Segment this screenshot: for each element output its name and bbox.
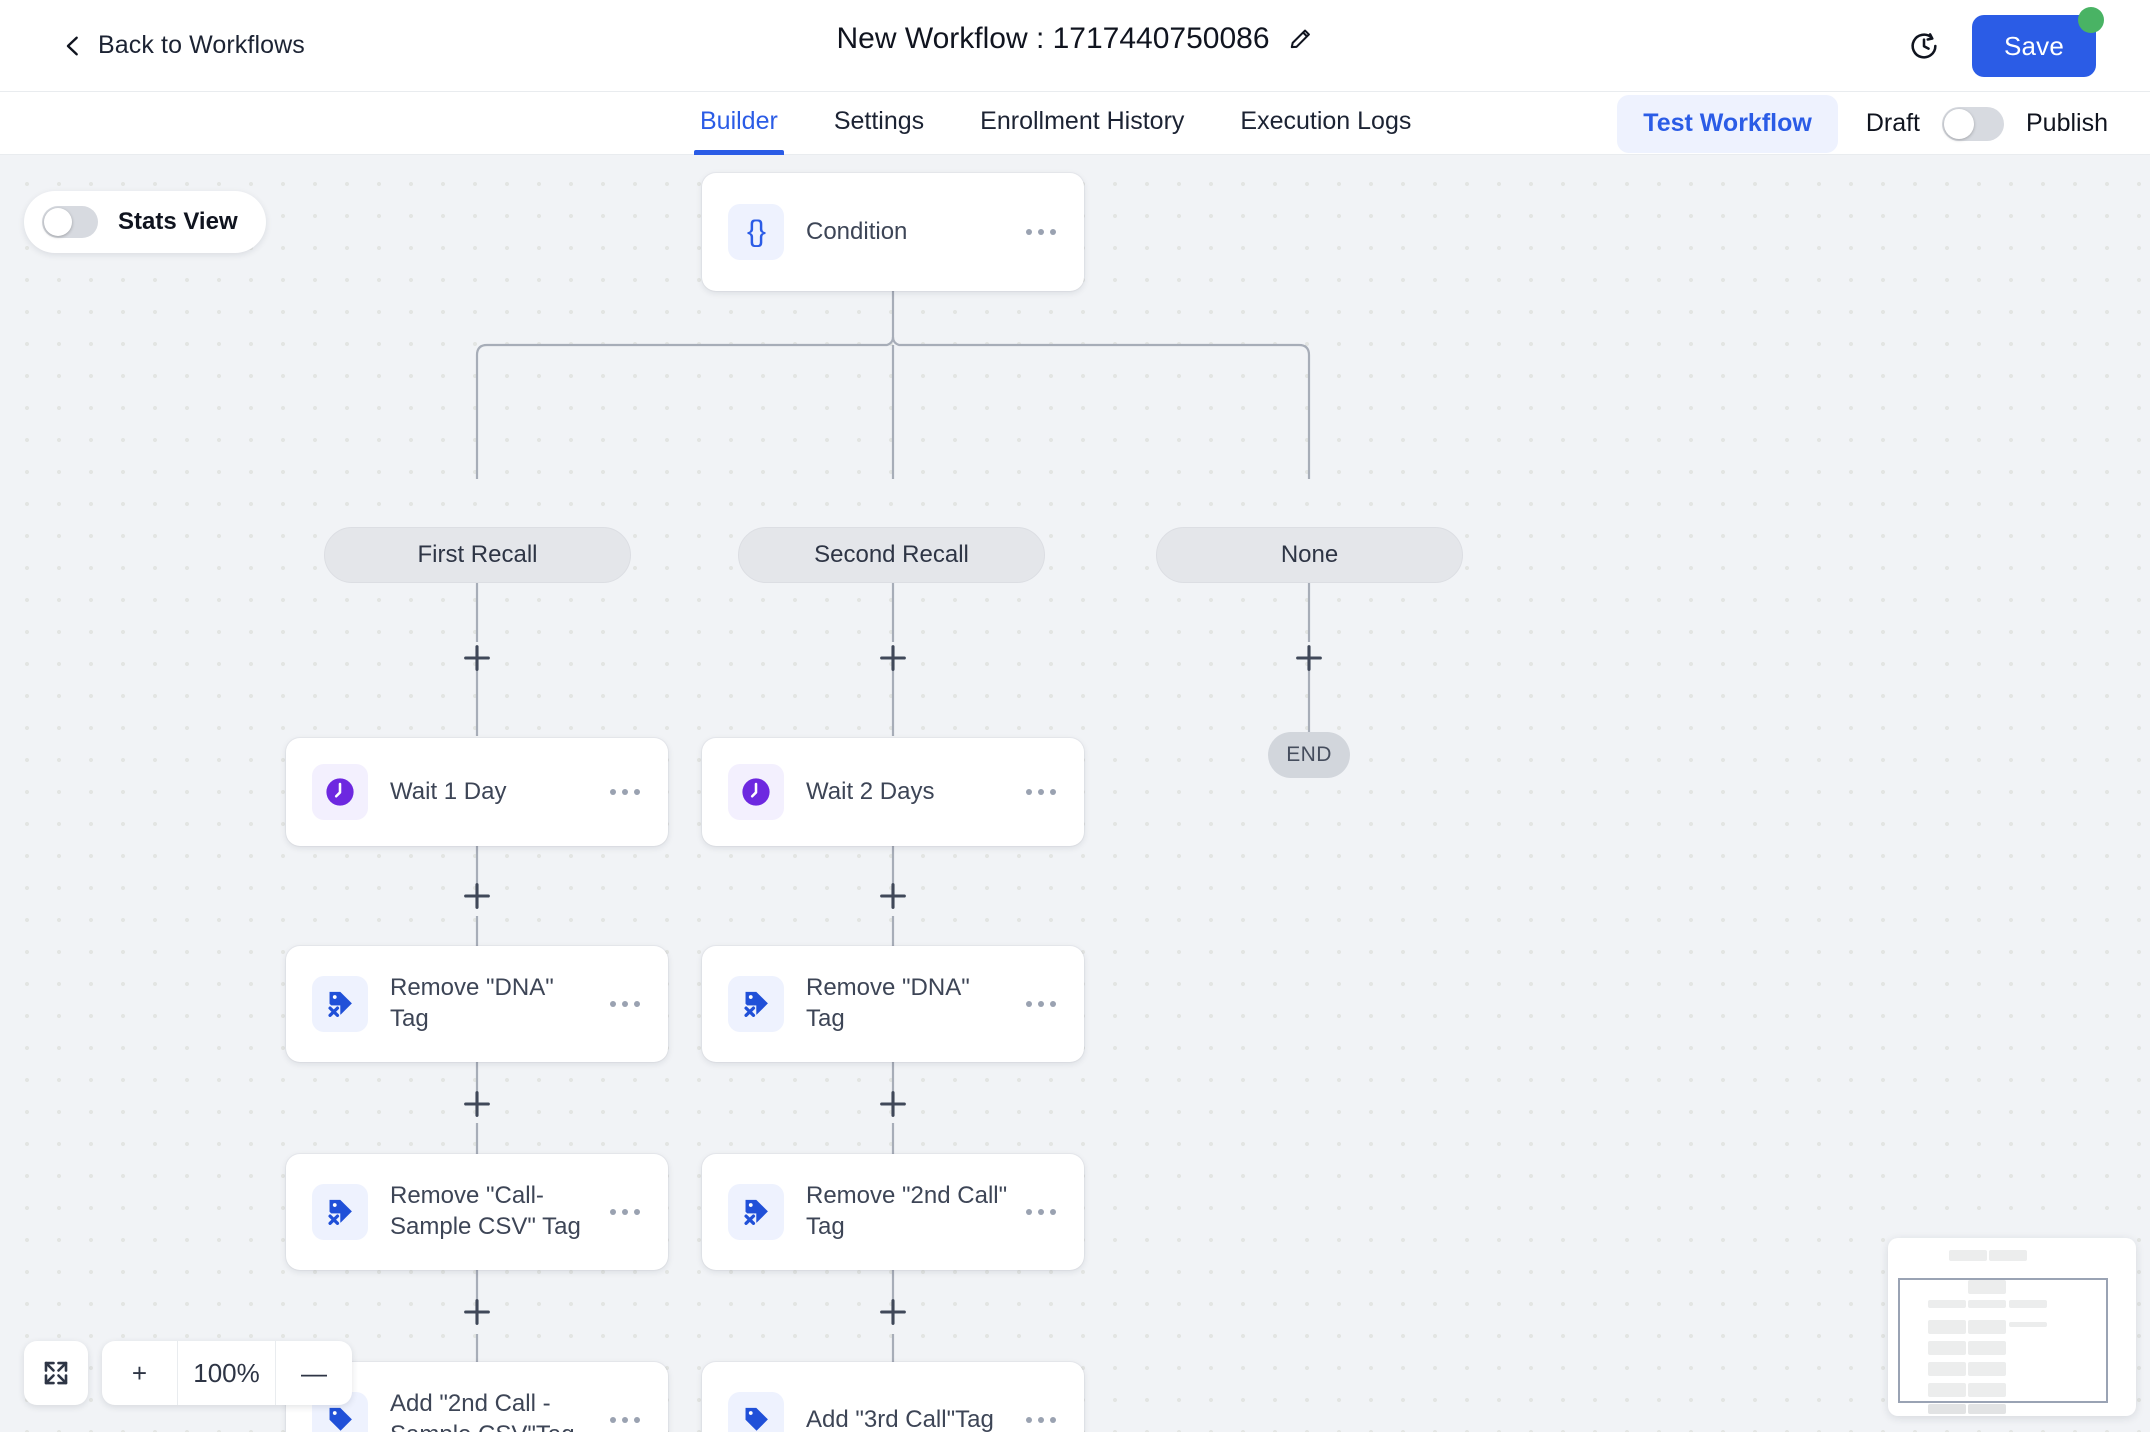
zoom-controls: + 100% — xyxy=(24,1341,352,1405)
node-wait-2-days[interactable]: Wait 2 Days xyxy=(702,738,1084,846)
node-wait-1-day-menu-button[interactable] xyxy=(608,781,642,803)
clock-icon xyxy=(728,764,784,820)
unsaved-indicator-dot xyxy=(2078,7,2104,33)
draft-label: Draft xyxy=(1865,109,1920,137)
add-step-button-first-recall-1[interactable] xyxy=(460,641,494,675)
minimap-block xyxy=(1968,1404,2006,1414)
node-remove-call-sample-csv-tag-label: Remove "Call- Sample CSV" Tag xyxy=(390,1182,581,1240)
add-step-button-second-recall-4[interactable] xyxy=(876,1295,910,1329)
node-remove-dna-tag-first-label: Remove "DNA" Tag xyxy=(390,974,554,1032)
minimap-block xyxy=(1949,1250,1987,1261)
back-to-workflows-link[interactable]: Back to Workflows xyxy=(62,31,305,60)
node-wait-2-days-label: Wait 2 Days xyxy=(806,777,935,805)
back-to-workflows-label: Back to Workflows xyxy=(98,31,305,59)
end-pill-none: END xyxy=(1268,732,1350,778)
tab-execution-logs[interactable]: Execution Logs xyxy=(1212,92,1439,155)
tag-remove-icon xyxy=(728,976,784,1032)
branch-pill-none[interactable]: None xyxy=(1156,527,1463,583)
test-workflow-button[interactable]: Test Workflow xyxy=(1617,94,1838,153)
minimap-viewport[interactable] xyxy=(1898,1278,2108,1403)
branch-pill-first-recall[interactable]: First Recall xyxy=(324,527,631,583)
add-step-button-first-recall-3[interactable] xyxy=(460,1087,494,1121)
tab-settings[interactable]: Settings xyxy=(806,92,952,155)
clock-icon xyxy=(312,764,368,820)
tag-remove-icon xyxy=(312,976,368,1032)
minimap-block xyxy=(1928,1404,1966,1414)
node-remove-call-sample-csv-tag[interactable]: Remove "Call- Sample CSV" Tag xyxy=(286,1154,668,1270)
publish-toggle-knob xyxy=(1944,108,1974,139)
stats-view-switch-knob xyxy=(44,208,72,236)
node-wait-2-days-menu-button[interactable] xyxy=(1024,781,1058,803)
clock-history-icon[interactable] xyxy=(1908,30,1940,62)
node-add-2nd-call-sample-csv-tag-menu-button[interactable] xyxy=(608,1409,642,1431)
tag-add-icon xyxy=(728,1392,784,1432)
tag-remove-icon xyxy=(312,1184,368,1240)
stats-view-switch[interactable] xyxy=(42,206,98,238)
tab-list: Builder Settings Enrollment History Exec… xyxy=(672,92,1439,155)
publish-toggle[interactable] xyxy=(1942,106,2004,141)
add-step-button-first-recall-4[interactable] xyxy=(460,1295,494,1329)
zoom-level-label: 100% xyxy=(178,1341,276,1405)
zoom-out-button[interactable]: — xyxy=(276,1341,352,1405)
minimap[interactable] xyxy=(1888,1238,2136,1416)
zoom-in-button[interactable]: + xyxy=(102,1341,178,1405)
curly-braces-icon: {} xyxy=(728,204,784,260)
save-button-wrapper: Save xyxy=(1971,7,2104,77)
tab-bar-actions: Test Workflow Draft Publish xyxy=(1617,92,2108,155)
node-remove-dna-tag-second[interactable]: Remove "DNA" Tag xyxy=(702,946,1084,1062)
top-bar-actions: Save xyxy=(1908,0,2104,92)
minimap-block xyxy=(1989,1250,2027,1261)
node-remove-call-sample-csv-tag-menu-button[interactable] xyxy=(608,1201,642,1223)
node-condition-label: Condition xyxy=(806,217,908,245)
tab-enrollment-history[interactable]: Enrollment History xyxy=(952,92,1212,155)
node-condition[interactable]: {} Condition xyxy=(702,173,1084,291)
stats-view-toggle[interactable]: Stats View xyxy=(24,191,266,253)
workflow-canvas[interactable]: {} Condition First Recall Second Recall … xyxy=(0,155,2150,1432)
tag-remove-icon xyxy=(728,1184,784,1240)
publish-label: Publish xyxy=(2026,109,2108,137)
top-bar: Back to Workflows New Workflow : 1717440… xyxy=(0,0,2150,92)
pencil-icon[interactable] xyxy=(1288,26,1314,52)
node-condition-menu-button[interactable] xyxy=(1024,221,1058,243)
tab-bar: Builder Settings Enrollment History Exec… xyxy=(0,92,2150,155)
stats-view-label: Stats View xyxy=(118,208,238,235)
node-add-3rd-call-tag-label: Add "3rd Call"Tag xyxy=(806,1405,994,1432)
node-remove-dna-tag-first[interactable]: Remove "DNA" Tag xyxy=(286,946,668,1062)
add-step-button-first-recall-2[interactable] xyxy=(460,879,494,913)
add-step-button-none-1[interactable] xyxy=(1292,641,1326,675)
save-button[interactable]: Save xyxy=(1971,15,2096,77)
node-add-2nd-call-sample-csv-tag-label: Add "2nd Call - Sample CSV"Tag xyxy=(390,1390,575,1432)
workflow-title-group: New Workflow : 1717440750086 xyxy=(836,22,1313,56)
node-remove-2nd-call-tag[interactable]: Remove "2nd Call" Tag xyxy=(702,1154,1084,1270)
zoom-level-group: + 100% — xyxy=(102,1341,352,1405)
node-add-3rd-call-tag[interactable]: Add "3rd Call"Tag xyxy=(702,1362,1084,1432)
tab-builder[interactable]: Builder xyxy=(672,92,806,155)
node-remove-dna-tag-second-label: Remove "DNA" Tag xyxy=(806,974,970,1032)
node-wait-1-day[interactable]: Wait 1 Day xyxy=(286,738,668,846)
add-step-button-second-recall-3[interactable] xyxy=(876,1087,910,1121)
add-step-button-second-recall-2[interactable] xyxy=(876,879,910,913)
node-wait-1-day-label: Wait 1 Day xyxy=(390,777,507,805)
node-remove-dna-tag-first-menu-button[interactable] xyxy=(608,993,642,1015)
page-title: New Workflow : 1717440750086 xyxy=(836,22,1270,55)
add-step-button-second-recall-1[interactable] xyxy=(876,641,910,675)
node-remove-2nd-call-tag-label: Remove "2nd Call" Tag xyxy=(806,1182,1008,1240)
node-remove-dna-tag-second-menu-button[interactable] xyxy=(1024,993,1058,1015)
fit-view-button[interactable] xyxy=(24,1341,88,1405)
chevron-left-icon xyxy=(66,36,78,55)
branch-pill-second-recall[interactable]: Second Recall xyxy=(738,527,1045,583)
node-add-3rd-call-tag-menu-button[interactable] xyxy=(1024,1409,1058,1431)
fullscreen-expand-icon xyxy=(44,1361,68,1385)
node-remove-2nd-call-tag-menu-button[interactable] xyxy=(1024,1201,1058,1223)
